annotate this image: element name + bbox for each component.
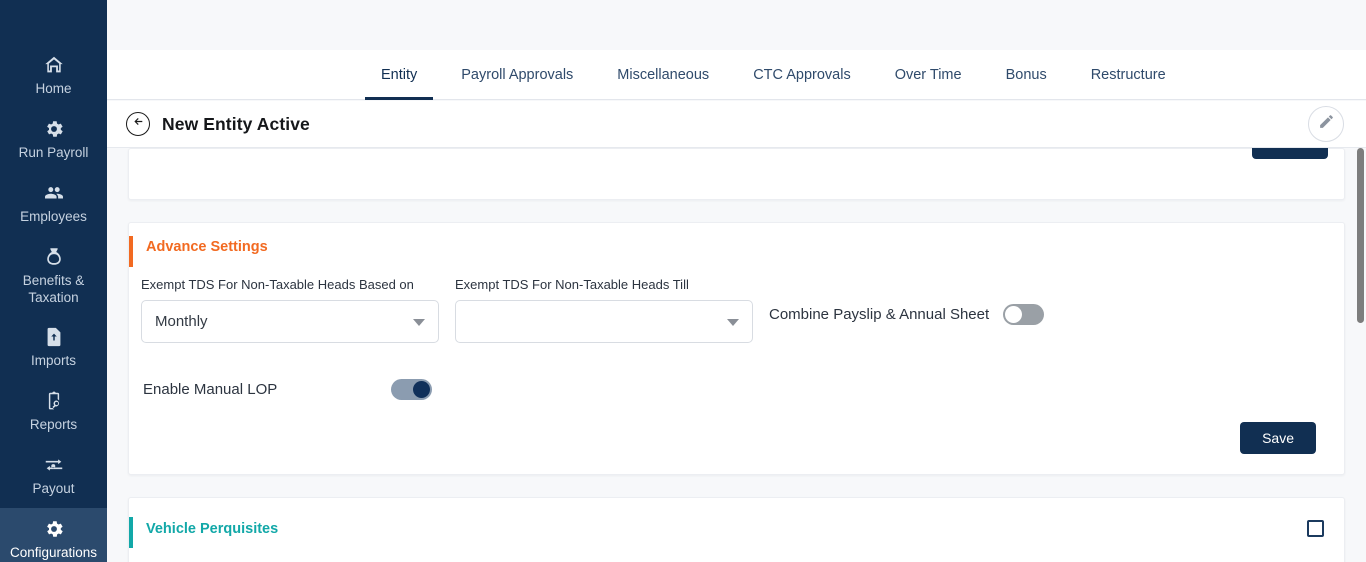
tab-over-time[interactable]: Over Time: [873, 50, 984, 100]
top-partial-card: Save: [128, 148, 1345, 200]
back-button[interactable]: [126, 112, 150, 136]
tab-restructure[interactable]: Restructure: [1069, 50, 1188, 100]
arrow-left-circle-icon: [132, 115, 145, 133]
gear-icon: [43, 118, 65, 140]
sidebar-item-payout[interactable]: Payout: [0, 444, 107, 508]
settings-scroll-body[interactable]: Save Advance Settings Exempt TDS For Non…: [107, 148, 1366, 562]
vertical-scrollbar-thumb[interactable]: [1357, 148, 1364, 323]
enable-manual-lop-toggle[interactable]: [391, 379, 432, 400]
tab-label: Over Time: [894, 66, 962, 83]
combine-payslip-row: Combine Payslip & Annual Sheet: [769, 277, 1045, 325]
sidebar-item-label: Home: [35, 81, 72, 96]
enable-manual-lop-label: Enable Manual LOP: [143, 381, 278, 398]
file-upload-icon: [43, 326, 65, 348]
sub-tab-bar: Entity Payroll Approvals Miscellaneous C…: [107, 50, 1366, 100]
page-header: New Entity Active: [107, 101, 1366, 148]
sidebar-item-configurations[interactable]: Configurations: [0, 508, 107, 562]
tab-ctc-approvals[interactable]: CTC Approvals: [731, 50, 873, 100]
advance-settings-save-row: Save: [141, 422, 1324, 454]
tab-miscellaneous[interactable]: Miscellaneous: [595, 50, 731, 100]
advance-settings-card: Advance Settings Exempt TDS For Non-Taxa…: [128, 222, 1345, 475]
select-value: Monthly: [155, 313, 208, 330]
edit-button[interactable]: [1308, 106, 1344, 142]
chevron-down-icon: [413, 318, 425, 326]
sidebar-item-label: Employees: [20, 208, 87, 224]
top-save-wrap: Save: [1252, 148, 1328, 159]
home-icon: [43, 54, 65, 76]
vehicle-perquisites-card: Vehicle Perquisites: [128, 497, 1345, 562]
toggle-knob: [1005, 306, 1023, 323]
money-bag-icon: [43, 246, 65, 268]
chevron-down-icon: [727, 318, 739, 326]
sidebar-item-label: Reports: [29, 417, 78, 433]
vehicle-perquisites-head: Vehicle Perquisites: [129, 498, 1344, 537]
tab-label: Miscellaneous: [617, 66, 710, 83]
tab-label: Restructure: [1090, 66, 1166, 83]
save-button-top[interactable]: Save: [1252, 148, 1328, 159]
report-search-icon: [43, 390, 65, 412]
sidebar-item-home[interactable]: Home: [0, 44, 107, 108]
sidebar-item-employees[interactable]: Employees: [0, 172, 107, 236]
combine-payslip-label: Combine Payslip & Annual Sheet: [769, 306, 990, 323]
tab-entity[interactable]: Entity: [359, 50, 439, 100]
sidebar-item-imports[interactable]: Imports: [0, 316, 107, 380]
save-button-advance-settings[interactable]: Save: [1240, 422, 1316, 454]
sidebar-item-run-payroll[interactable]: Run Payroll: [0, 108, 107, 172]
advance-settings-title: Advance Settings: [146, 239, 268, 255]
sidebar-item-label: Payout: [32, 481, 75, 497]
tab-label: Bonus: [1005, 66, 1047, 83]
people-icon: [43, 182, 65, 204]
field-label: Exempt TDS For Non-Taxable Heads Till: [455, 277, 689, 292]
toggle-knob: [413, 381, 430, 398]
sidebar-item-label: Benefits & Taxation: [22, 272, 85, 305]
tab-payroll-approvals[interactable]: Payroll Approvals: [439, 50, 595, 100]
tab-label: Payroll Approvals: [461, 66, 574, 83]
page-title: New Entity Active: [162, 113, 310, 134]
field-label: Exempt TDS For Non-Taxable Heads Based o…: [141, 277, 414, 292]
advance-settings-body: Exempt TDS For Non-Taxable Heads Based o…: [129, 255, 1344, 474]
pencil-edit-icon: [1318, 113, 1335, 135]
sidebar-item-label: Configurations: [9, 545, 98, 560]
tab-label: Entity: [381, 66, 418, 83]
app-root: Company Information Settings Salary Setu…: [0, 0, 1366, 562]
advance-settings-field-row: Exempt TDS For Non-Taxable Heads Based o…: [141, 277, 1324, 343]
accent-bar-teal: [129, 517, 133, 548]
exempt-based-on-select[interactable]: Monthly: [141, 300, 439, 343]
content-area: Entity Payroll Approvals Miscellaneous C…: [107, 0, 1366, 562]
field-exempt-based-on: Exempt TDS For Non-Taxable Heads Based o…: [141, 277, 439, 343]
tab-label: CTC Approvals: [753, 66, 851, 83]
vehicle-perquisites-checkbox[interactable]: [1307, 520, 1324, 537]
accent-bar-orange: [129, 236, 133, 267]
tab-bonus[interactable]: Bonus: [984, 50, 1069, 100]
sidebar: Home Run Payroll Employees Benefits & Ta…: [0, 0, 107, 562]
exempt-till-select[interactable]: [455, 300, 753, 343]
gear-icon: [43, 518, 65, 540]
combine-payslip-toggle[interactable]: [1003, 304, 1045, 325]
enable-manual-lop-row: Enable Manual LOP: [141, 379, 1324, 400]
sidebar-item-label: Run Payroll: [18, 144, 89, 160]
money-transfer-icon: [43, 454, 65, 476]
sidebar-item-reports[interactable]: Reports: [0, 380, 107, 444]
field-exempt-till: Exempt TDS For Non-Taxable Heads Till: [455, 277, 753, 343]
sidebar-item-label: Imports: [30, 353, 76, 369]
vehicle-perquisites-title: Vehicle Perquisites: [146, 520, 279, 537]
sidebar-item-benefits-taxation[interactable]: Benefits & Taxation: [0, 236, 107, 317]
